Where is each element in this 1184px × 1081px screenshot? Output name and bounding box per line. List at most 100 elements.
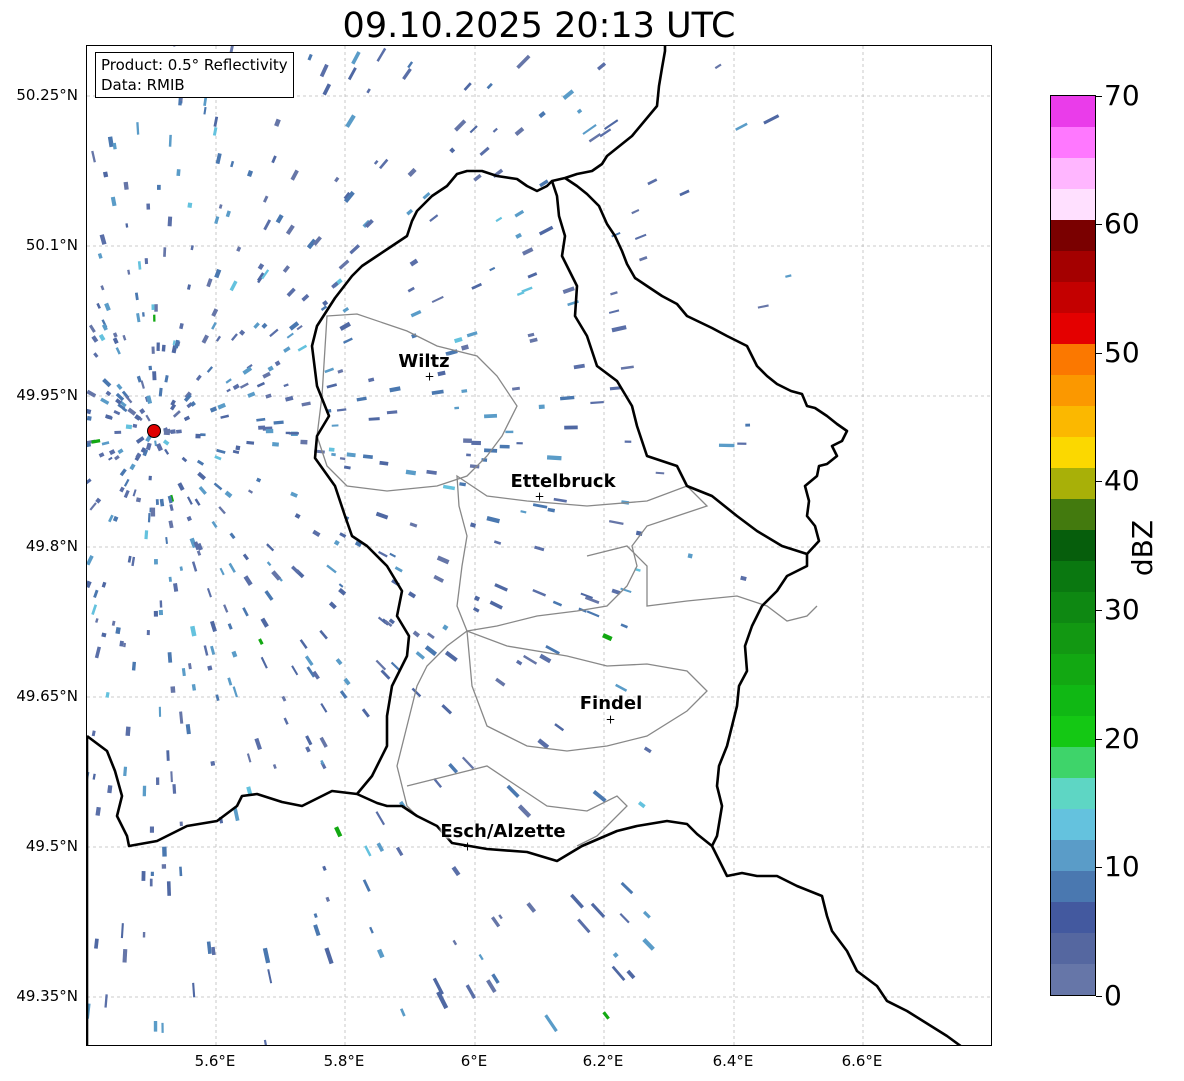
echo-pixel [190, 625, 197, 637]
echo-pixel [612, 952, 619, 959]
echo-pixel [305, 746, 311, 753]
echo-pixel [376, 948, 385, 959]
echo-pixel [243, 575, 253, 586]
echo-pixel [211, 946, 216, 956]
colorbar-segment [1051, 933, 1095, 964]
colorbar-segment [1051, 623, 1095, 654]
colorbar-segment [1051, 468, 1095, 499]
echo-pixel [157, 184, 161, 190]
echo-pixel [471, 282, 483, 290]
echo-pixel [108, 456, 113, 461]
echo-pixel [472, 607, 480, 613]
echo-pixel [429, 214, 439, 223]
echo-pixel [112, 142, 117, 150]
colorbar-tick-label: 10 [1104, 850, 1140, 883]
echo-pixel [211, 308, 219, 317]
echo-pixel [602, 633, 613, 642]
echo-pixel [206, 588, 212, 598]
echo-pixel [218, 204, 223, 209]
echo-pixel [511, 386, 520, 391]
echo-pixel [146, 630, 150, 636]
echo-pixel [181, 456, 188, 463]
echo-pixel [498, 914, 503, 920]
echo-pixel [115, 627, 121, 635]
echo-pixel [368, 377, 375, 383]
echo-pixel [331, 452, 336, 457]
colorbar-segment [1051, 375, 1095, 406]
echo-pixel [179, 322, 184, 330]
lat-tick-label: 49.8°N [25, 537, 78, 555]
echo-pixel [186, 515, 192, 522]
echo-pixel [338, 583, 344, 588]
echo-pixel [608, 309, 620, 314]
colorbar-tick [1096, 96, 1102, 97]
echo-pixel [305, 735, 313, 746]
echo-pixel [604, 119, 619, 130]
echo-pixel [336, 408, 347, 412]
colorbar-segment [1051, 964, 1095, 995]
echo-pixel [444, 650, 458, 662]
echo-pixel [95, 497, 102, 504]
echo-pixel [142, 931, 146, 938]
echo-pixel [505, 430, 514, 434]
echo-pixel [407, 167, 417, 177]
echo-pixel [87, 408, 92, 415]
echo-pixel [522, 247, 534, 256]
echo-pixel [248, 489, 254, 494]
echo-pixel [486, 516, 501, 524]
radar-map[interactable] [86, 45, 992, 1046]
echo-pixel [362, 879, 371, 892]
echo-pixel [135, 436, 145, 444]
echo-pixel [570, 893, 584, 909]
echo-pixel [260, 617, 269, 628]
echo-pixel [150, 507, 156, 517]
echo-pixel [785, 274, 792, 278]
echo-pixel [119, 640, 124, 647]
colorbar-tick [1096, 481, 1102, 482]
echo-pixel [553, 497, 567, 503]
echo-pixel [206, 941, 212, 955]
echo-pixel [534, 545, 545, 552]
echo-pixel [229, 280, 238, 292]
echo-pixel [123, 489, 130, 499]
echo-pixel [172, 410, 181, 418]
echo-pixel [564, 425, 578, 430]
echo-pixel [620, 365, 634, 370]
city-marker-icon: + [462, 839, 473, 854]
echo-pixel [112, 332, 118, 338]
echo-pixel [304, 655, 314, 666]
echo-pixel [93, 352, 99, 358]
echo-pixel [183, 415, 191, 422]
colorbar-segment [1051, 840, 1095, 871]
data-source-label: Data: RMIB [101, 76, 185, 94]
echo-pixel [225, 210, 231, 218]
echo-pixel [129, 463, 136, 471]
echo-pixel [532, 589, 547, 597]
echo-pixel [187, 202, 193, 208]
echo-pixel [141, 871, 146, 881]
echo-pixel [230, 333, 238, 341]
echo-pixel [170, 771, 173, 783]
echo-pixel [125, 223, 129, 228]
echo-pixel [655, 471, 665, 475]
echo-pixel [471, 440, 481, 446]
echo-pixel [114, 430, 122, 435]
echo-pixel [486, 979, 497, 994]
echo-pixel [115, 347, 121, 355]
echo-pixel [319, 63, 329, 78]
echo-pixel [452, 939, 458, 946]
echo-pixel [326, 383, 338, 389]
echo-pixel [185, 724, 191, 735]
echo-pixel [132, 489, 137, 497]
echo-pixel [538, 111, 546, 119]
echo-pixel [361, 708, 370, 718]
echo-pixel [608, 520, 624, 526]
echo-pixel [101, 632, 107, 638]
echo-pixel [219, 567, 225, 576]
echo-pixel [379, 460, 389, 466]
echo-pixel [218, 506, 226, 515]
echo-pixel [290, 491, 298, 498]
echo-pixel [718, 443, 735, 448]
echo-pixel [461, 344, 469, 351]
echo-pixel [643, 746, 652, 754]
